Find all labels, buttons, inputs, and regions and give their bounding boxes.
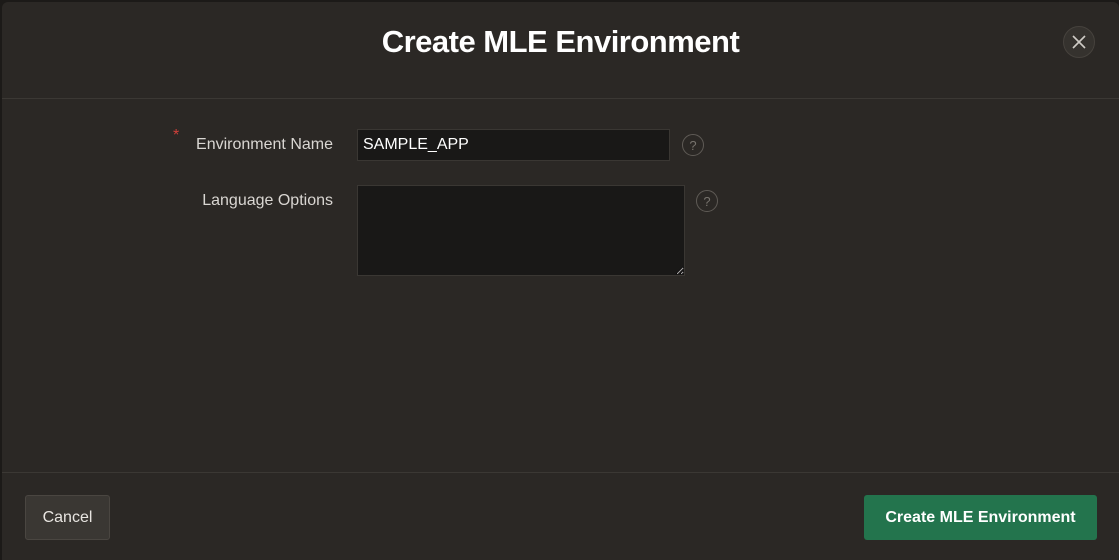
dialog-title: Create MLE Environment — [381, 24, 740, 59]
language-options-textarea[interactable] — [357, 185, 685, 276]
dialog-header: Create MLE Environment — [2, 2, 1119, 99]
cancel-button[interactable]: Cancel — [25, 495, 110, 540]
create-mle-environment-button[interactable]: Create MLE Environment — [864, 495, 1097, 540]
close-icon — [1072, 35, 1086, 49]
language-options-help-icon[interactable]: ? — [696, 190, 718, 212]
environment-name-input[interactable] — [357, 129, 670, 161]
environment-name-help-icon[interactable]: ? — [682, 134, 704, 156]
create-mle-environment-dialog: Create MLE Environment * Environment Nam… — [2, 2, 1119, 560]
language-options-label: Language Options — [202, 192, 333, 209]
close-button[interactable] — [1063, 26, 1095, 58]
environment-name-label: Environment Name — [196, 136, 333, 153]
dialog-footer: Cancel Create MLE Environment — [2, 472, 1119, 560]
